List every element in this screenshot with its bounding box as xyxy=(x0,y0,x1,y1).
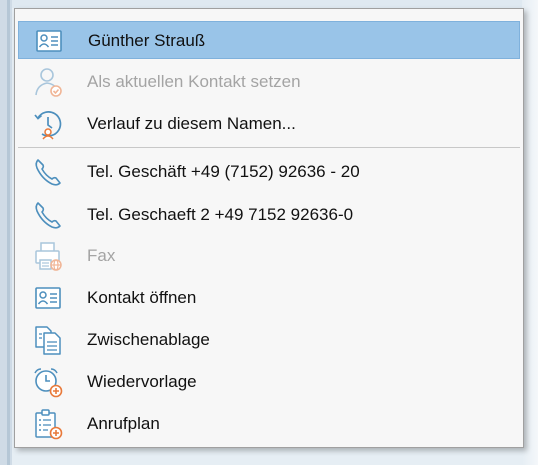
menu-item-label: Fax xyxy=(87,246,116,265)
clipboard-copy-icon xyxy=(32,324,64,356)
contact-card-icon xyxy=(32,282,64,314)
menu-item-phone-business-2[interactable]: Tel. Geschaeft 2 +49 7152 92636-0 xyxy=(18,196,520,234)
menu-item-set-current-contact[interactable]: Als aktuellen Kontakt setzen xyxy=(18,63,520,101)
menu-item-call-plan[interactable]: Anrufplan xyxy=(18,405,520,443)
alarm-clock-add-icon xyxy=(32,366,64,398)
background-top xyxy=(0,0,538,8)
menu-item-fax[interactable]: Fax xyxy=(18,237,520,275)
menu-item-label: Verlauf zu diesem Namen... xyxy=(87,114,296,133)
person-check-icon xyxy=(32,66,64,98)
contact-card-icon xyxy=(33,25,65,57)
menu-item-phone-business[interactable]: Tel. Geschäft +49 (7152) 92636 - 20 xyxy=(18,153,520,191)
menu-item-label: Günther Strauß xyxy=(88,31,206,50)
phone-icon xyxy=(32,156,64,188)
menu-item-open-contact[interactable]: Kontakt öffnen xyxy=(18,279,520,317)
menu-item-label: Tel. Geschaeft 2 +49 7152 92636-0 xyxy=(87,205,354,224)
menu-item-follow-up[interactable]: Wiedervorlage xyxy=(18,363,520,401)
phone-icon xyxy=(32,199,64,231)
menu-item-history[interactable]: Verlauf zu diesem Namen... xyxy=(18,105,520,143)
fax-icon xyxy=(32,240,64,272)
menu-separator xyxy=(18,147,520,148)
context-menu: Günther Strauß Als aktuellen Kontakt set… xyxy=(14,8,524,448)
call-plan-add-icon xyxy=(32,408,64,440)
menu-item-label: Zwischenablage xyxy=(87,330,210,349)
menu-item-label: Als aktuellen Kontakt setzen xyxy=(87,72,301,91)
menu-item-contact-name[interactable]: Günther Strauß xyxy=(18,21,520,59)
menu-item-label: Tel. Geschäft +49 (7152) 92636 - 20 xyxy=(87,162,360,181)
menu-item-clipboard[interactable]: Zwischenablage xyxy=(18,321,520,359)
menu-item-label: Anrufplan xyxy=(87,414,160,433)
background-right xyxy=(522,0,538,465)
history-person-icon xyxy=(32,108,64,140)
menu-item-label: Wiedervorlage xyxy=(87,372,197,391)
menu-item-label: Kontakt öffnen xyxy=(87,288,197,307)
background-left-edge xyxy=(0,0,12,465)
